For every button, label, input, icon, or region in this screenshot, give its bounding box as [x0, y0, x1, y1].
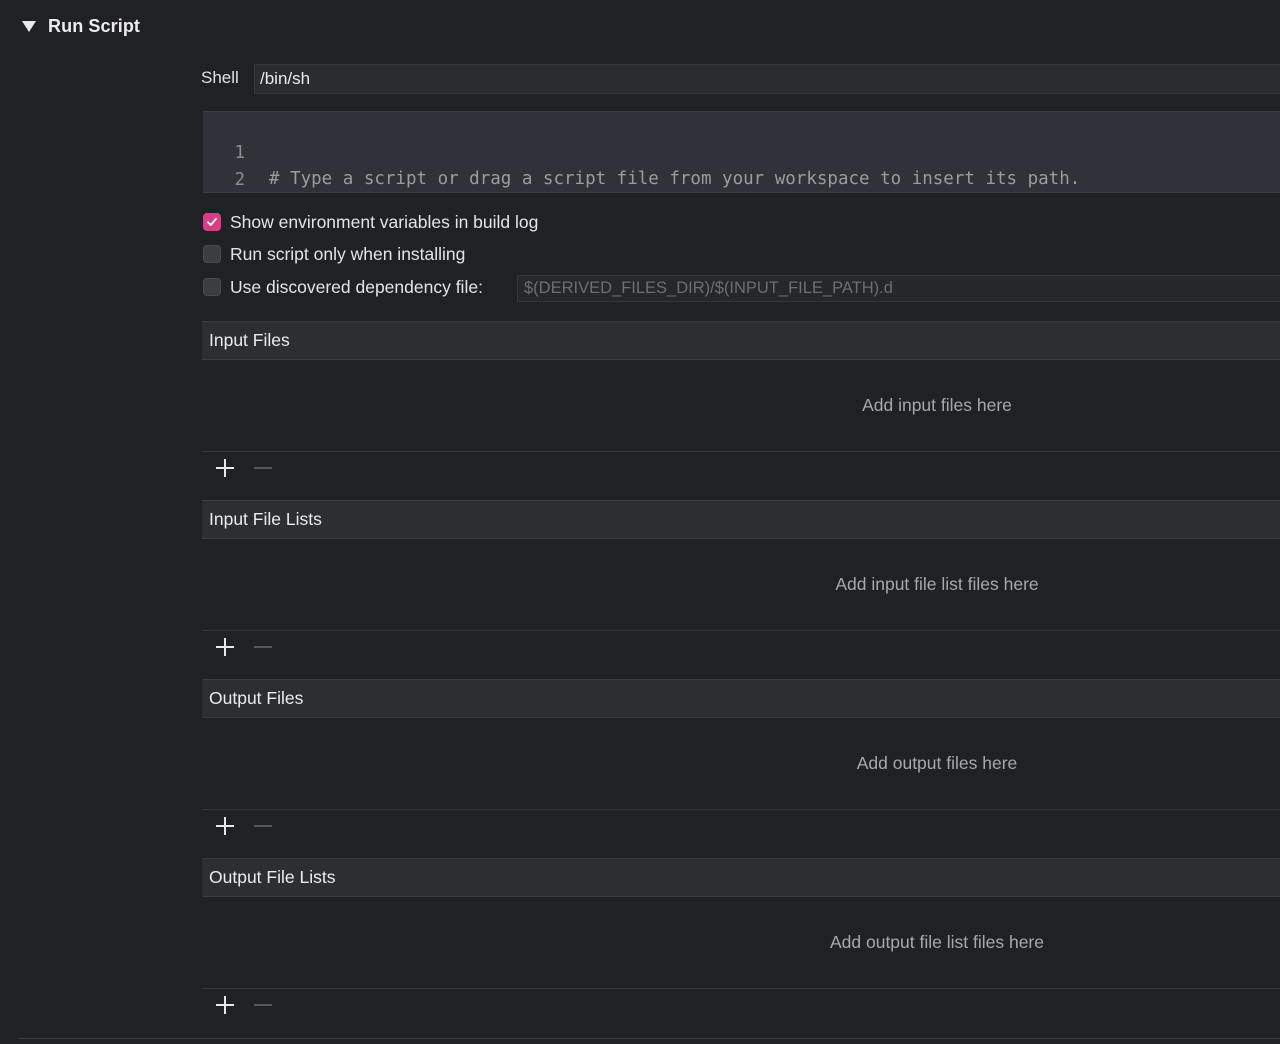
dependency-file-input[interactable] [517, 275, 1280, 302]
drop-hint: Add output file list files here [829, 932, 1044, 952]
line-code: # Type a script or drag a script file fr… [269, 169, 1081, 189]
plus-icon[interactable] [213, 993, 237, 1017]
minus-icon[interactable] [251, 635, 275, 659]
shell-label: Shell [201, 68, 239, 87]
shell-input[interactable] [254, 64, 1280, 94]
plus-icon[interactable] [213, 456, 237, 480]
section-footer [202, 810, 1280, 842]
editor-line: 1 # Type a script or drag a script file … [203, 114, 1080, 189]
section-footer [202, 452, 1280, 484]
section-footer [202, 989, 1280, 1021]
drop-hint: Add input files here [862, 395, 1012, 415]
script-editor[interactable]: 1 # Type a script or drag a script file … [203, 111, 1280, 193]
show-env-vars-checkbox[interactable] [203, 213, 221, 231]
dependency-file-checkbox[interactable] [203, 278, 221, 296]
section-header: Input Files [202, 321, 1280, 360]
show-env-vars-label: Show environment variables in build log [230, 211, 539, 232]
drop-hint: Add input file list files here [835, 574, 1039, 594]
phase-title: Run Script [48, 15, 141, 36]
section-footer [202, 631, 1280, 663]
show-env-vars-option[interactable]: Show environment variables in build log [203, 211, 538, 233]
run-only-installing-option[interactable]: Run script only when installing [203, 243, 465, 265]
output-file-lists-drop-area[interactable]: Add output file list files here [202, 897, 1280, 989]
checkmark-icon [207, 217, 217, 226]
phase-header[interactable]: Run Script [22, 14, 140, 38]
run-only-installing-label: Run script only when installing [230, 243, 466, 264]
run-only-installing-checkbox[interactable] [203, 245, 221, 263]
disclosure-triangle-down-icon[interactable] [22, 21, 36, 32]
drop-hint: Add output files here [856, 753, 1018, 773]
line-number: 2 [234, 170, 245, 190]
plus-icon[interactable] [213, 814, 237, 838]
plus-icon[interactable] [213, 635, 237, 659]
section-header: Input File Lists [202, 500, 1280, 539]
minus-icon[interactable] [251, 814, 275, 838]
input-files-drop-area[interactable]: Add input files here [202, 360, 1280, 452]
minus-icon[interactable] [251, 456, 275, 480]
editor-line: 2 [203, 141, 266, 190]
section-header: Output File Lists [202, 858, 1280, 897]
section-header: Output Files [202, 679, 1280, 718]
dependency-file-option[interactable]: Use discovered dependency file: [203, 276, 483, 298]
input-file-lists-drop-area[interactable]: Add input file list files here [202, 539, 1280, 631]
output-files-drop-area[interactable]: Add output files here [202, 718, 1280, 810]
dependency-file-label: Use discovered dependency file: [230, 276, 483, 297]
divider [18, 1038, 1280, 1039]
run-script-phase: Run Script Shell 1 # Type a script or dr… [0, 0, 1280, 1044]
minus-icon[interactable] [251, 993, 275, 1017]
